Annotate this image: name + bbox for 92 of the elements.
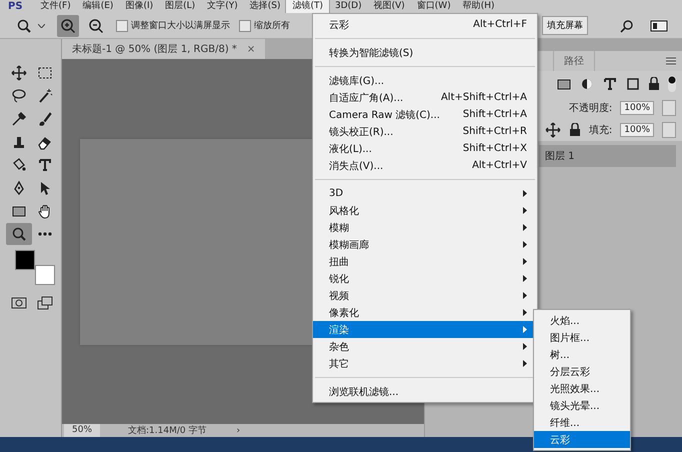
quick-mask-icon[interactable] [11, 296, 27, 310]
menu-bar-item[interactable]: 图层(L) [159, 0, 202, 13]
menu-bar-item[interactable]: 帮助(H) [456, 0, 501, 13]
menu-item[interactable]: 视频 [313, 287, 537, 304]
menu-item[interactable]: 浏览联机滤镜... [313, 383, 537, 400]
fill-screen-button[interactable]: 填充屏幕 [542, 16, 588, 35]
checkbox-label: 调整窗口大小以满屏显示 [131, 20, 230, 32]
caret-icon[interactable] [38, 24, 45, 28]
menu-icon[interactable] [666, 57, 676, 65]
more-icon [38, 232, 52, 236]
menu-item[interactable]: 镜头光晕... [534, 397, 630, 414]
submenu-arrow-icon [523, 326, 527, 333]
menu-bar-item[interactable]: 滤镜(T) [286, 0, 329, 13]
submenu-arrow-icon [523, 309, 527, 316]
app-logo: PS [8, 0, 23, 13]
fill-label: 填充: [588, 124, 612, 137]
checkbox[interactable] [116, 20, 128, 32]
background-color-swatch[interactable] [35, 265, 55, 285]
menu-item[interactable]: 光照效果... [534, 380, 630, 397]
filter-toggle-icon[interactable] [668, 76, 676, 92]
menu-bar-item[interactable]: 视图(V) [368, 0, 411, 13]
adjustment-filter-icon[interactable] [580, 77, 594, 91]
menu-item[interactable]: 云彩 Alt+Ctrl+F [313, 16, 537, 33]
document-tab[interactable]: 未标题-1 @ 50% (图层 1, RGB/8) * × [62, 39, 266, 59]
marquee-icon [37, 64, 53, 80]
screen-mode-icon[interactable] [37, 296, 53, 310]
move-icon [11, 64, 27, 80]
checkbox-label: 缩放所有 [254, 20, 290, 32]
menu-bar-item[interactable]: 窗口(W) [410, 0, 457, 13]
menu-bar-item[interactable]: 文件(F) [34, 0, 77, 13]
menu-item[interactable]: 消失点(V)... Alt+Ctrl+V [313, 157, 537, 174]
menu-item[interactable]: 镜头校正(R)... Shift+Ctrl+R [313, 123, 537, 140]
submenu-arrow-icon [523, 190, 527, 197]
type-filter-icon [602, 76, 618, 92]
menu-bar-item[interactable]: 文字(Y) [201, 0, 244, 13]
menu-item[interactable]: 扭曲 [313, 253, 537, 270]
zoom-level[interactable]: 50% [64, 424, 100, 437]
zoom-in-icon [60, 18, 76, 34]
menu-item[interactable]: 转换为智能滤镜(S) [313, 44, 537, 61]
opacity-label: 不透明度: [568, 102, 612, 115]
workspace-icon[interactable] [650, 18, 668, 32]
menu-item[interactable]: 自适应广角(A)... Alt+Shift+Ctrl+A [313, 89, 537, 106]
submenu-arrow-icon [523, 207, 527, 214]
shape-filter-icon[interactable] [626, 77, 640, 91]
menu-item[interactable]: 模糊画廊 [313, 236, 537, 253]
type-icon [37, 156, 53, 172]
brush-icon [37, 110, 53, 126]
fill-field[interactable]: 100% [620, 123, 654, 137]
zoom-tool[interactable] [6, 222, 32, 244]
menu-item[interactable]: 锐化 [313, 270, 537, 287]
menu-item[interactable]: 模糊 [313, 219, 537, 236]
menu-bar-item[interactable]: 选择(S) [244, 0, 286, 13]
submenu-arrow-icon [523, 343, 527, 350]
lasso-icon [11, 88, 27, 104]
foreground-color-swatch[interactable] [15, 250, 35, 270]
menu-item[interactable]: 3D [313, 185, 537, 202]
menu-item[interactable]: 树... [534, 346, 630, 363]
opacity-field[interactable]: 100% [620, 101, 654, 115]
checkbox[interactable] [239, 20, 251, 32]
menu-item[interactable]: Camera Raw 滤镜(C)... Shift+Ctrl+A [313, 106, 537, 123]
zoom-out-icon [88, 18, 104, 34]
lock-icon[interactable] [568, 123, 581, 137]
menu-item[interactable]: 杂色 [313, 338, 537, 355]
menu-bar-item[interactable]: 3D(D) [329, 0, 368, 13]
menu-item[interactable]: 液化(L)... Shift+Ctrl+X [313, 140, 537, 157]
menu-item[interactable]: 图片框... [534, 329, 630, 346]
search-icon[interactable] [620, 18, 634, 32]
menu-item[interactable]: 火焰... [534, 312, 630, 329]
layer-row[interactable]: 图层 1 [539, 145, 676, 167]
menu-item[interactable]: 云彩 [534, 431, 630, 448]
menu-item[interactable]: 纤维... [534, 414, 630, 431]
submenu-arrow-icon [523, 292, 527, 299]
zoom-tool-icon [16, 18, 32, 34]
eyedropper-icon [11, 110, 27, 126]
zoom-icon [11, 226, 27, 242]
zoom-in-button[interactable] [57, 14, 79, 36]
submenu-arrow-icon [523, 258, 527, 265]
menu-item[interactable]: 其它 [313, 355, 537, 372]
submenu-arrow-icon [523, 224, 527, 231]
menu-item[interactable]: 像素化 [313, 304, 537, 321]
submenu-arrow-icon [523, 360, 527, 367]
menu-bar-item[interactable]: 编辑(E) [76, 0, 120, 13]
wand-icon [37, 88, 53, 104]
menu-bar-item[interactable]: 图像(I) [119, 0, 160, 13]
menu-item[interactable]: 风格化 [313, 202, 537, 219]
status-arrow[interactable]: › [236, 426, 240, 436]
submenu-arrow-icon [523, 275, 527, 282]
menu-item[interactable]: 分层云彩 [534, 363, 630, 380]
menu-item[interactable]: 滤镜库(G)... [313, 72, 537, 89]
document-info: 文档:1.14M/0 字节 [128, 424, 206, 437]
submenu-arrow-icon [523, 241, 527, 248]
lock-icon[interactable] [648, 77, 660, 91]
